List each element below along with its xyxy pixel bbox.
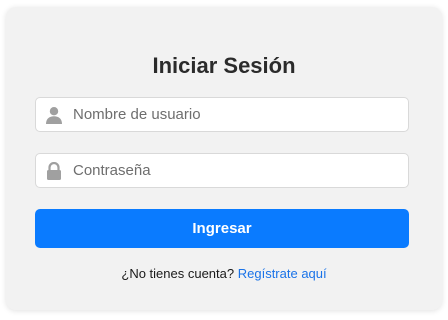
register-row: ¿No tienes cuenta? Regístrate aquí <box>6 266 442 282</box>
username-input[interactable] <box>73 98 403 131</box>
password-input[interactable] <box>73 154 403 187</box>
register-prompt: ¿No tienes cuenta? <box>121 266 235 281</box>
lock-icon <box>47 162 61 180</box>
password-field[interactable] <box>35 153 409 188</box>
username-field[interactable] <box>35 97 409 132</box>
login-card: Iniciar Sesión Ingresar ¿No tienes cuent… <box>6 7 442 310</box>
user-icon <box>46 107 62 124</box>
login-button[interactable]: Ingresar <box>35 209 409 248</box>
login-title: Iniciar Sesión <box>152 53 296 78</box>
register-link[interactable]: Regístrate aquí <box>238 266 327 281</box>
